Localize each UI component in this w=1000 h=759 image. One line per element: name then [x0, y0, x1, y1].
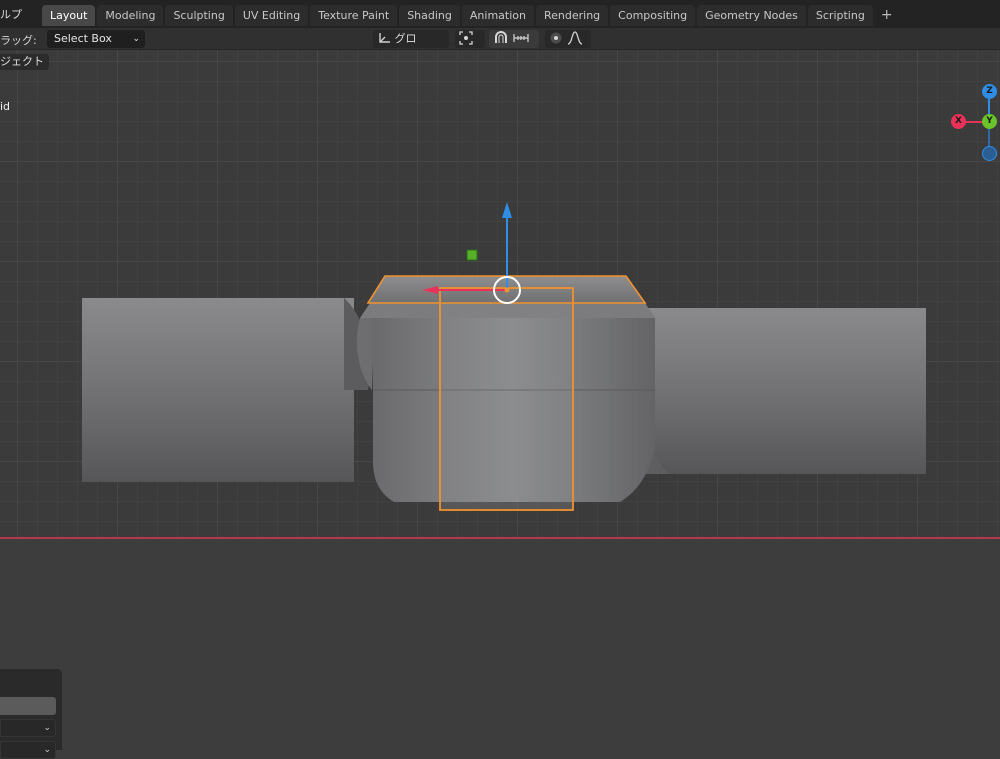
- tab-geometry-nodes[interactable]: Geometry Nodes: [697, 5, 806, 26]
- tab-shading[interactable]: Shading: [399, 5, 460, 26]
- tab-uv-editing[interactable]: UV Editing: [234, 5, 309, 26]
- drag-label: ラッグ:: [0, 34, 37, 47]
- scene-geometry: [82, 94, 990, 511]
- workspace-bar: ルプ Layout Modeling Sculpting UV Editing …: [0, 0, 1000, 28]
- workspace-tabs: Layout Modeling Sculpting UV Editing Tex…: [42, 5, 901, 26]
- left-cylinder[interactable]: [82, 298, 371, 482]
- 3d-viewport[interactable]: ジェクト id Z X Y ⌄ ⌄: [0, 50, 1000, 759]
- operator-value-field[interactable]: [0, 697, 56, 715]
- proportional-edit-controls[interactable]: ⌄: [545, 30, 591, 62]
- operator-dropdown-1[interactable]: ⌄: [0, 719, 56, 737]
- snap-increment-icon: [512, 34, 529, 42]
- plane-handle-icon[interactable]: [466, 249, 478, 261]
- last-operator-panel[interactable]: ⌄ ⌄: [0, 669, 62, 759]
- falloff-curve-icon: [567, 31, 582, 45]
- tool-header: ラッグ: Select Box ⌄ グロー...⌄ ⌄ ⌄: [0, 28, 1000, 63]
- snap-controls[interactable]: ⌄: [489, 30, 539, 62]
- tab-scripting[interactable]: Scripting: [807, 5, 873, 26]
- help-menu[interactable]: ルプ: [0, 6, 22, 22]
- tab-rendering[interactable]: Rendering: [535, 5, 609, 26]
- chevron-down-icon: ⌄: [132, 34, 140, 44]
- right-cylinder[interactable]: [640, 308, 926, 474]
- z-arrow-icon[interactable]: [502, 202, 512, 218]
- gizmo-y-button[interactable]: Y: [982, 114, 997, 129]
- select-mode-value: Select Box: [54, 32, 112, 45]
- chevron-down-icon: ⌄: [43, 745, 51, 755]
- chevron-down-icon: ⌄: [43, 723, 51, 733]
- gizmo-x-button[interactable]: X: [951, 114, 966, 129]
- tab-texture-paint[interactable]: Texture Paint: [310, 5, 398, 26]
- tab-sculpting[interactable]: Sculpting: [165, 5, 233, 26]
- pivot-point-dropdown[interactable]: ⌄: [455, 30, 485, 62]
- pivot-point-icon: [459, 31, 473, 45]
- center-body[interactable]: [356, 288, 655, 510]
- select-mode-dropdown[interactable]: Select Box ⌄: [47, 30, 145, 48]
- proportional-edit-icon: [550, 32, 562, 44]
- gizmo-neg-z-button[interactable]: [982, 146, 997, 161]
- gizmo-z-button[interactable]: Z: [982, 84, 997, 99]
- orientation-axes-icon: [379, 33, 390, 43]
- tab-modeling[interactable]: Modeling: [97, 5, 164, 26]
- object-origin-point: [504, 287, 510, 293]
- tab-compositing[interactable]: Compositing: [610, 5, 696, 26]
- add-workspace-button[interactable]: +: [875, 5, 899, 26]
- operator-dropdown-2[interactable]: ⌄: [0, 741, 56, 759]
- tab-animation[interactable]: Animation: [461, 5, 534, 26]
- tab-layout[interactable]: Layout: [42, 5, 96, 26]
- snap-magnet-icon: [495, 31, 507, 43]
- transform-orientation-dropdown[interactable]: グロー...⌄: [373, 30, 449, 63]
